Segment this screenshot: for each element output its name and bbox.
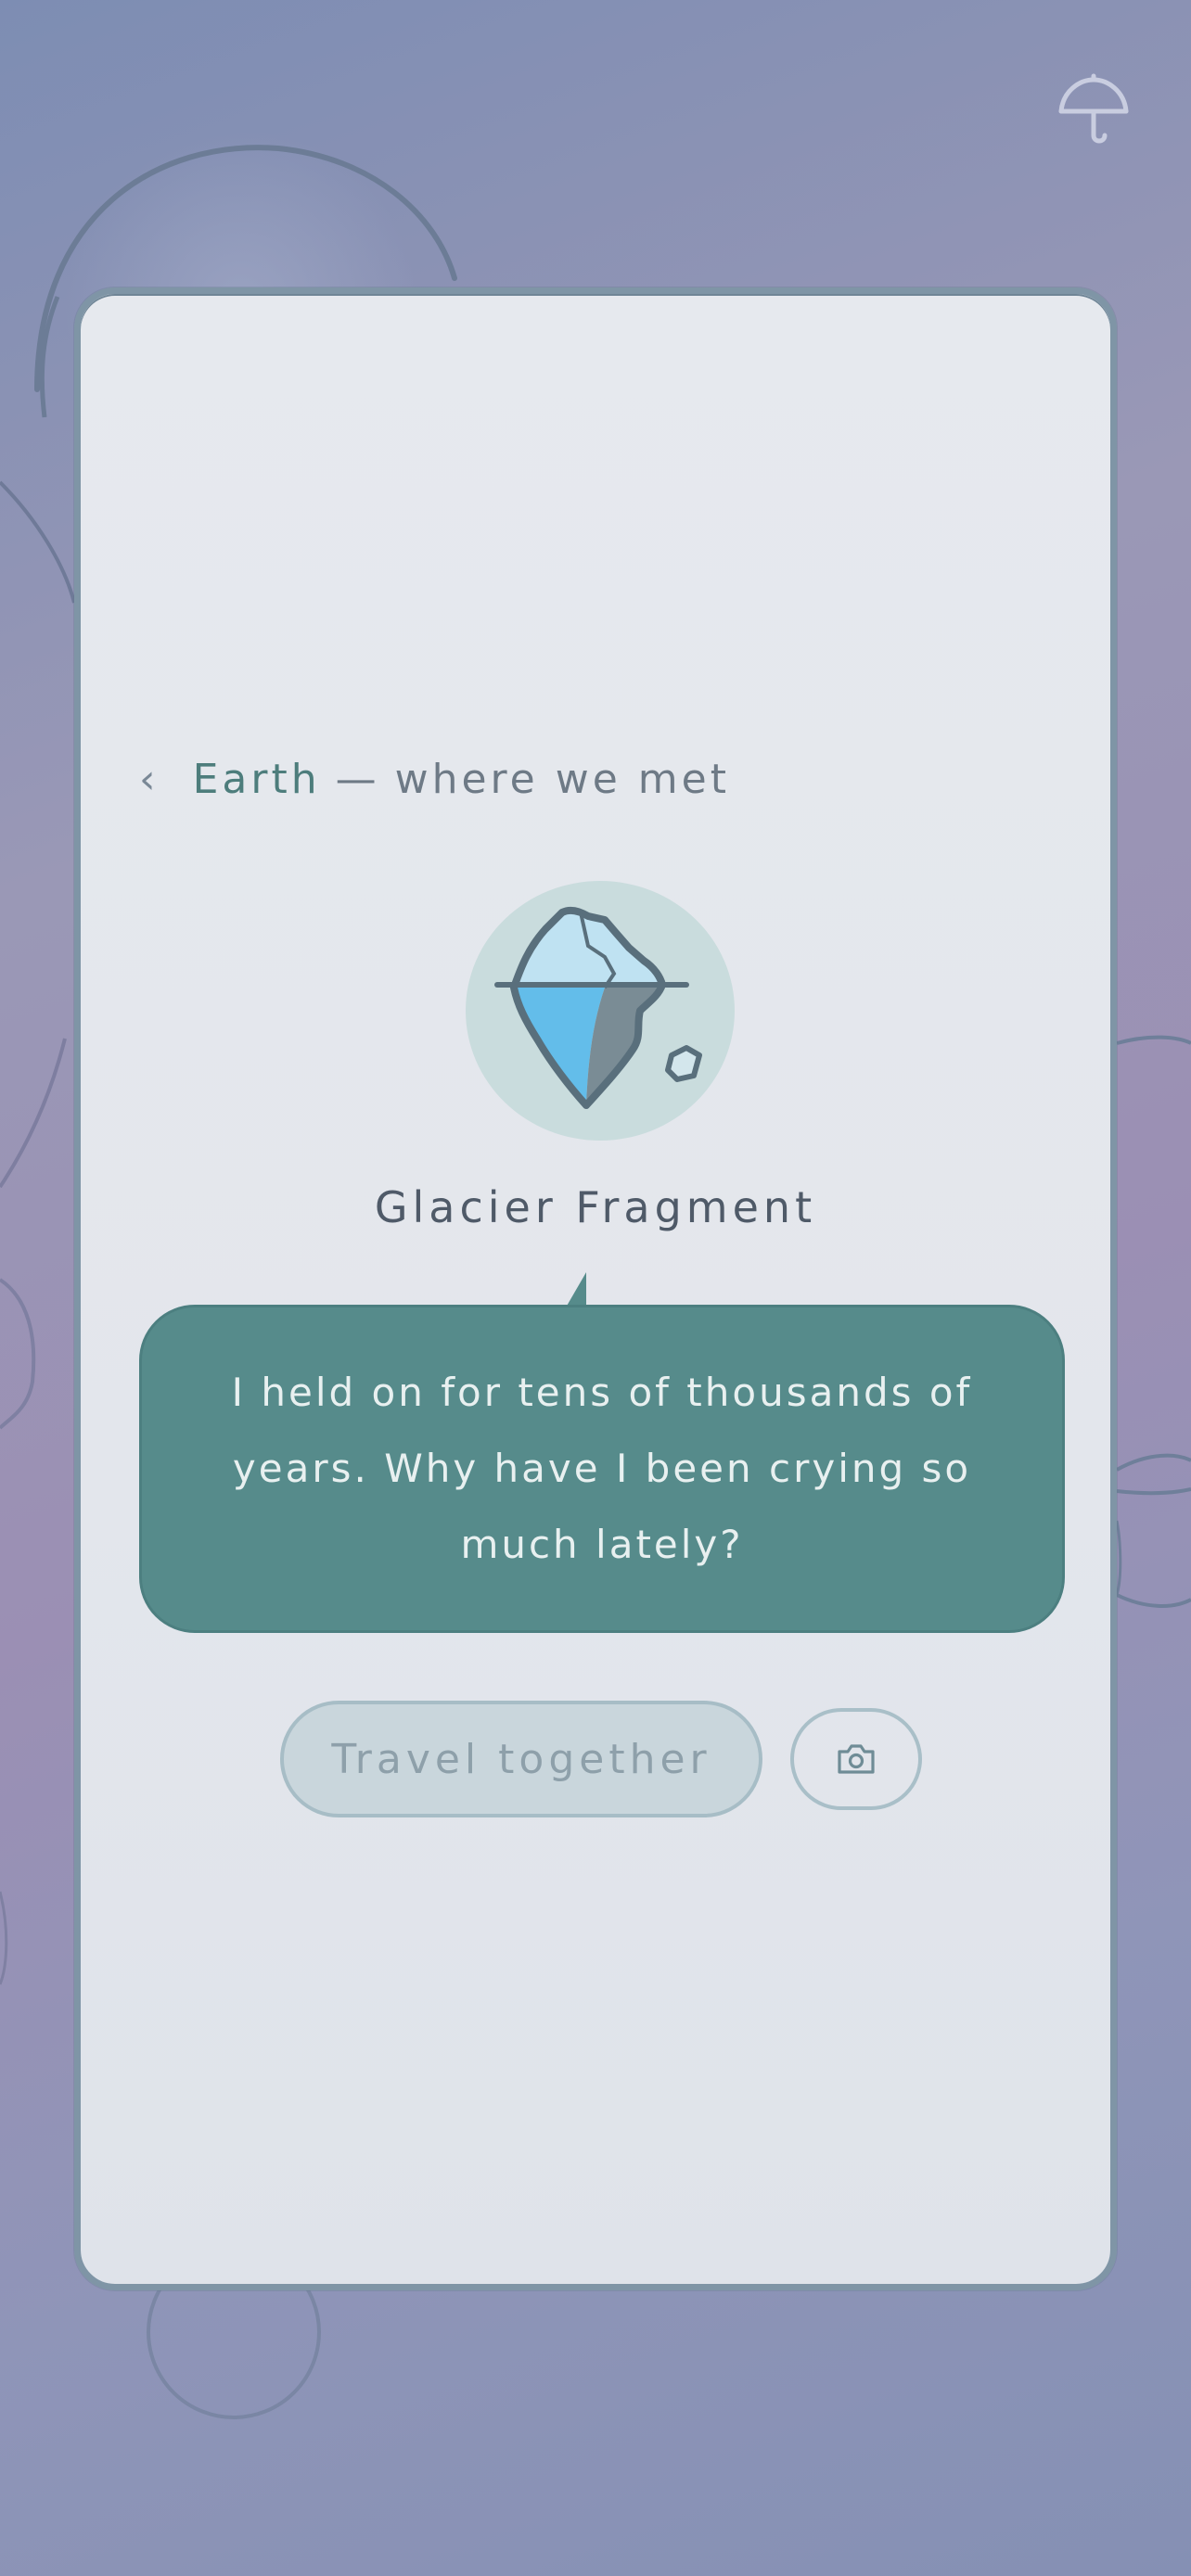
breadcrumb-separator: — xyxy=(335,755,380,803)
item-avatar xyxy=(466,881,735,1141)
umbrella-button[interactable] xyxy=(1054,70,1133,150)
speech-bubble: I held on for tens of thousands of years… xyxy=(139,1305,1065,1633)
iceberg-icon xyxy=(466,881,735,1141)
back-chevron-icon[interactable]: ‹ xyxy=(139,756,160,803)
speech-bubble-tail xyxy=(566,1272,586,1307)
camera-icon xyxy=(838,1744,875,1774)
speech-text: I held on for tens of thousands of years… xyxy=(231,1370,973,1567)
camera-button[interactable] xyxy=(790,1708,922,1810)
breadcrumb: ‹ Earth — where we met xyxy=(139,742,730,816)
item-card xyxy=(74,287,1117,2290)
breadcrumb-place[interactable]: Earth xyxy=(193,756,321,803)
umbrella-icon xyxy=(1058,73,1129,144)
item-name: Glacier Fragment xyxy=(374,1182,817,1232)
breadcrumb-subtitle: where we met xyxy=(394,755,730,803)
travel-together-button[interactable]: Travel together xyxy=(280,1701,762,1817)
